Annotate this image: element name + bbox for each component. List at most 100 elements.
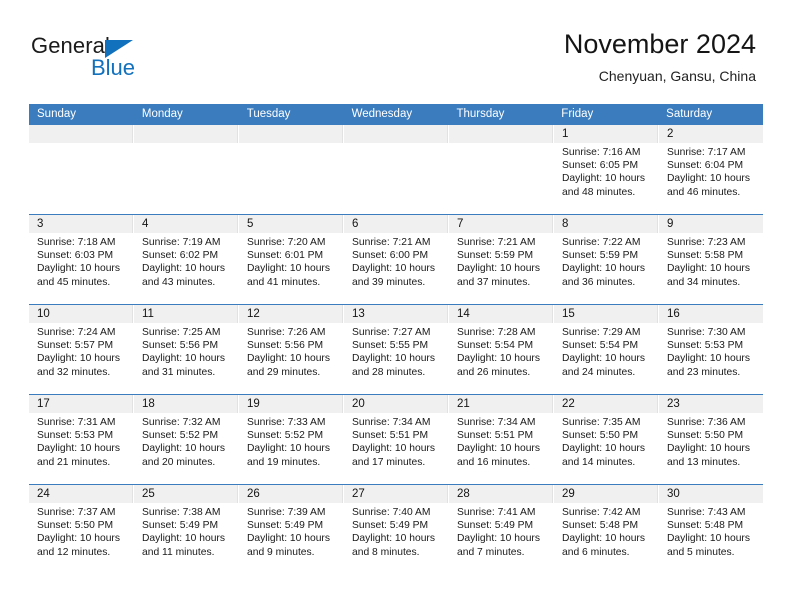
daylight-text-line2: and 39 minutes. — [352, 276, 426, 288]
day-cell[interactable]: 16 Sunrise: 7:30 AM Sunset: 5:53 PM Dayligh… — [659, 305, 763, 394]
day-cell[interactable]: 18 Sunrise: 7:32 AM Sunset: 5:52 PM Dayligh… — [134, 395, 239, 484]
day-number — [239, 125, 343, 143]
day-number — [449, 125, 553, 143]
day-number: 13 — [344, 305, 448, 323]
day-info: Sunrise: 7:39 AM Sunset: 5:49 PM Daylight:… — [239, 503, 343, 559]
day-cell[interactable] — [449, 125, 554, 214]
sunrise-text: Sunrise: 7:20 AM — [247, 237, 326, 248]
sunset-text: Sunset: 5:53 PM — [667, 340, 744, 352]
day-cell[interactable]: 12 Sunrise: 7:26 AM Sunset: 5:56 PM Dayligh… — [239, 305, 344, 394]
day-cell[interactable]: 6 Sunrise: 7:21 AM Sunset: 6:00 PM Daylight… — [344, 215, 449, 304]
day-cell[interactable]: 28 Sunrise: 7:41 AM Sunset: 5:49 PM Dayligh… — [449, 485, 554, 574]
day-cell[interactable] — [29, 125, 134, 214]
daylight-text-line2: and 26 minutes. — [457, 366, 531, 378]
day-cell[interactable]: 21 Sunrise: 7:34 AM Sunset: 5:51 PM Dayligh… — [449, 395, 554, 484]
day-info: Sunrise: 7:34 AM Sunset: 5:51 PM Daylight:… — [344, 413, 448, 469]
daylight-text-line1: Daylight: 10 hours — [142, 443, 225, 455]
sunrise-text: Sunrise: 7:32 AM — [142, 417, 221, 428]
day-cell[interactable]: 29 Sunrise: 7:42 AM Sunset: 5:48 PM Dayligh… — [554, 485, 659, 574]
day-cell[interactable] — [134, 125, 239, 214]
day-cell[interactable]: 27 Sunrise: 7:40 AM Sunset: 5:49 PM Dayligh… — [344, 485, 449, 574]
day-info: Sunrise: 7:43 AM Sunset: 5:48 PM Daylight:… — [659, 503, 763, 559]
sunset-text: Sunset: 5:52 PM — [142, 430, 219, 442]
sunrise-text: Sunrise: 7:17 AM — [667, 147, 746, 158]
day-number: 12 — [239, 305, 343, 323]
daylight-text-line2: and 37 minutes. — [457, 276, 531, 288]
sunset-text: Sunset: 6:03 PM — [37, 250, 114, 262]
day-cell[interactable]: 10 Sunrise: 7:24 AM Sunset: 5:57 PM Dayligh… — [29, 305, 134, 394]
weekday-header-monday: Monday — [141, 108, 183, 120]
day-number: 18 — [134, 395, 238, 413]
daylight-text-line2: and 29 minutes. — [247, 366, 321, 378]
day-cell[interactable]: 5 Sunrise: 7:20 AM Sunset: 6:01 PM Daylight… — [239, 215, 344, 304]
day-cell[interactable]: 22 Sunrise: 7:35 AM Sunset: 5:50 PM Dayligh… — [554, 395, 659, 484]
day-cell[interactable]: 8 Sunrise: 7:22 AM Sunset: 5:59 PM Daylight… — [554, 215, 659, 304]
day-number — [344, 125, 448, 143]
daylight-text-line2: and 34 minutes. — [667, 276, 741, 288]
daylight-text-line2: and 17 minutes. — [352, 456, 426, 468]
day-number: 19 — [239, 395, 343, 413]
daylight-text-line2: and 21 minutes. — [37, 456, 111, 468]
sunset-text: Sunset: 6:01 PM — [247, 250, 324, 262]
day-cell[interactable]: 23 Sunrise: 7:36 AM Sunset: 5:50 PM Dayligh… — [659, 395, 763, 484]
day-cell[interactable]: 26 Sunrise: 7:39 AM Sunset: 5:49 PM Dayligh… — [239, 485, 344, 574]
sunrise-text: Sunrise: 7:23 AM — [667, 237, 746, 248]
day-cell[interactable]: 14 Sunrise: 7:28 AM Sunset: 5:54 PM Dayligh… — [449, 305, 554, 394]
sunset-text: Sunset: 5:49 PM — [247, 520, 324, 532]
day-info: Sunrise: 7:25 AM Sunset: 5:56 PM Daylight:… — [134, 323, 238, 379]
sunrise-text: Sunrise: 7:43 AM — [667, 507, 746, 518]
day-info: Sunrise: 7:35 AM Sunset: 5:50 PM Daylight:… — [554, 413, 658, 469]
day-cell[interactable]: 25 Sunrise: 7:38 AM Sunset: 5:49 PM Dayligh… — [134, 485, 239, 574]
daylight-text-line2: and 19 minutes. — [247, 456, 321, 468]
day-cell[interactable]: 20 Sunrise: 7:34 AM Sunset: 5:51 PM Dayligh… — [344, 395, 449, 484]
day-cell[interactable]: 17 Sunrise: 7:31 AM Sunset: 5:53 PM Dayligh… — [29, 395, 134, 484]
daylight-text-line2: and 20 minutes. — [142, 456, 216, 468]
sunrise-text: Sunrise: 7:40 AM — [352, 507, 431, 518]
day-info: Sunrise: 7:29 AM Sunset: 5:54 PM Daylight:… — [554, 323, 658, 379]
day-cell[interactable]: 13 Sunrise: 7:27 AM Sunset: 5:55 PM Dayligh… — [344, 305, 449, 394]
day-cell[interactable]: 1 Sunrise: 7:16 AM Sunset: 6:05 PM Daylight… — [554, 125, 659, 214]
day-number: 9 — [659, 215, 763, 233]
sunset-text: Sunset: 5:50 PM — [562, 430, 639, 442]
weekday-header-tuesday: Tuesday — [246, 108, 291, 120]
day-info: Sunrise: 7:41 AM Sunset: 5:49 PM Daylight:… — [449, 503, 553, 559]
day-cell[interactable] — [239, 125, 344, 214]
daylight-text-line1: Daylight: 10 hours — [562, 173, 645, 185]
day-info: Sunrise: 7:42 AM Sunset: 5:48 PM Daylight:… — [554, 503, 658, 559]
day-cell[interactable] — [344, 125, 449, 214]
day-cell[interactable]: 19 Sunrise: 7:33 AM Sunset: 5:52 PM Dayligh… — [239, 395, 344, 484]
daylight-text-line2: and 36 minutes. — [562, 276, 636, 288]
sunset-text: Sunset: 5:49 PM — [457, 520, 534, 532]
day-cell[interactable]: 30 Sunrise: 7:43 AM Sunset: 5:48 PM Dayligh… — [659, 485, 763, 574]
day-cell[interactable]: 9 Sunrise: 7:23 AM Sunset: 5:58 PM Daylight… — [659, 215, 763, 304]
sunset-text: Sunset: 5:54 PM — [562, 340, 639, 352]
sunrise-text: Sunrise: 7:18 AM — [37, 237, 116, 248]
week-row: 10 Sunrise: 7:24 AM Sunset: 5:57 PM Dayligh… — [29, 304, 763, 394]
daylight-text-line1: Daylight: 10 hours — [142, 353, 225, 365]
day-cell[interactable]: 4 Sunrise: 7:19 AM Sunset: 6:02 PM Daylight… — [134, 215, 239, 304]
daylight-text-line2: and 16 minutes. — [457, 456, 531, 468]
day-cell[interactable]: 24 Sunrise: 7:37 AM Sunset: 5:50 PM Dayligh… — [29, 485, 134, 574]
daylight-text-line1: Daylight: 10 hours — [667, 353, 750, 365]
day-number: 3 — [29, 215, 133, 233]
day-number: 2 — [659, 125, 763, 143]
daylight-text-line1: Daylight: 10 hours — [37, 533, 120, 545]
day-cell[interactable]: 7 Sunrise: 7:21 AM Sunset: 5:59 PM Daylight… — [449, 215, 554, 304]
day-cell[interactable]: 15 Sunrise: 7:29 AM Sunset: 5:54 PM Dayligh… — [554, 305, 659, 394]
sunrise-text: Sunrise: 7:16 AM — [562, 147, 641, 158]
day-info: Sunrise: 7:21 AM Sunset: 5:59 PM Daylight:… — [449, 233, 553, 289]
daylight-text-line2: and 13 minutes. — [667, 456, 741, 468]
sunrise-text: Sunrise: 7:33 AM — [247, 417, 326, 428]
sunrise-text: Sunrise: 7:27 AM — [352, 327, 431, 338]
day-cell[interactable]: 11 Sunrise: 7:25 AM Sunset: 5:56 PM Dayligh… — [134, 305, 239, 394]
day-info: Sunrise: 7:27 AM Sunset: 5:55 PM Daylight:… — [344, 323, 448, 379]
day-number — [134, 125, 238, 143]
sunrise-text: Sunrise: 7:38 AM — [142, 507, 221, 518]
daylight-text-line1: Daylight: 10 hours — [562, 533, 645, 545]
day-cell[interactable]: 3 Sunrise: 7:18 AM Sunset: 6:03 PM Daylight… — [29, 215, 134, 304]
daylight-text-line1: Daylight: 10 hours — [667, 443, 750, 455]
day-number: 8 — [554, 215, 658, 233]
daylight-text-line2: and 41 minutes. — [247, 276, 321, 288]
day-cell[interactable]: 2 Sunrise: 7:17 AM Sunset: 6:04 PM Daylight… — [659, 125, 763, 214]
weekday-header-wednesday: Wednesday — [351, 108, 413, 120]
